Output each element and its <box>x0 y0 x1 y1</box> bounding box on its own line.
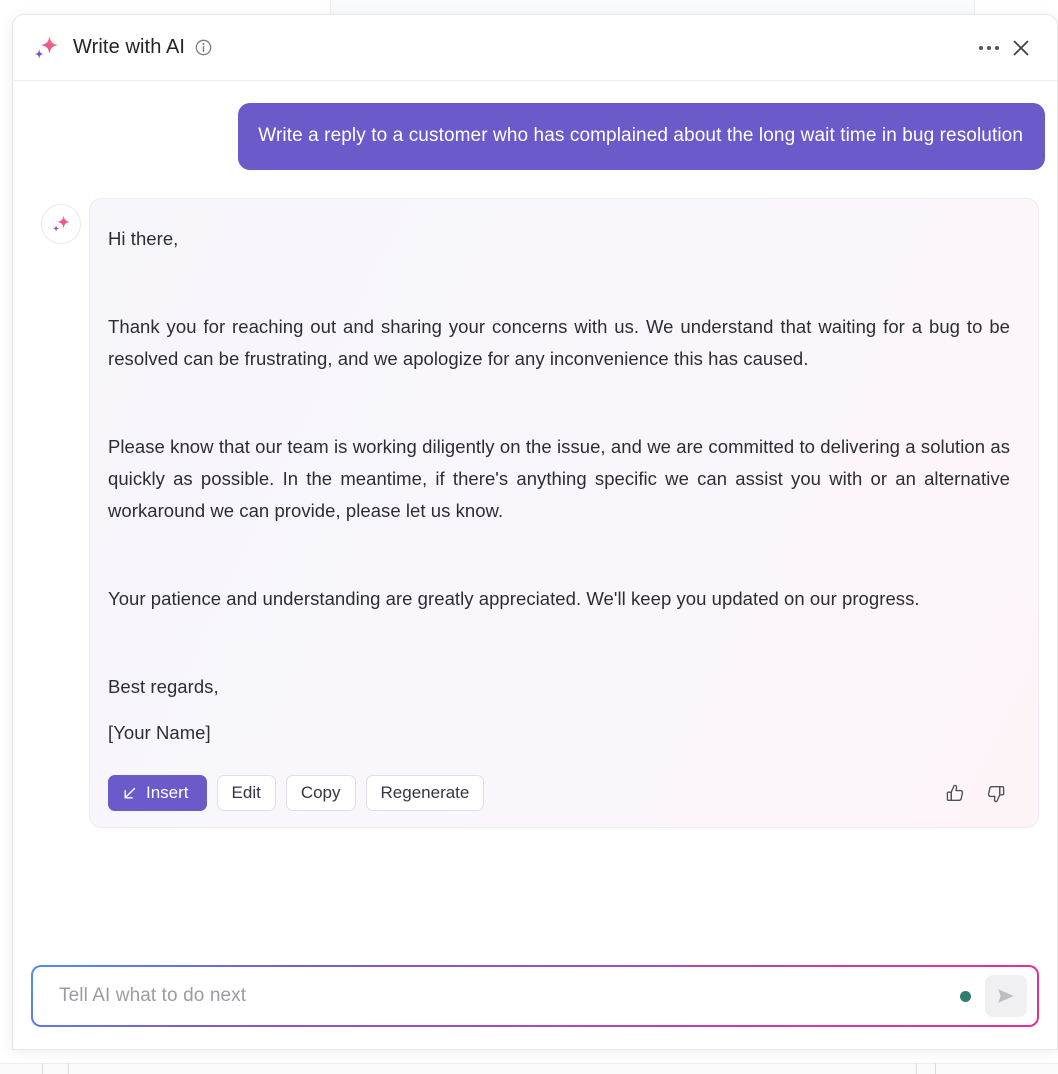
regenerate-button[interactable]: Regenerate <box>365 775 485 811</box>
background-tick <box>68 1063 69 1074</box>
ai-message-row: Hi there, Thank you for reaching out and… <box>25 198 1045 828</box>
ai-response-card: Hi there, Thank you for reaching out and… <box>89 198 1039 828</box>
background-tick <box>935 1063 936 1074</box>
user-message-row: Write a reply to a customer who has comp… <box>25 103 1045 170</box>
ai-sign-off: Best regards, <box>108 676 219 697</box>
user-message-bubble: Write a reply to a customer who has comp… <box>238 103 1045 170</box>
edit-button-label: Edit <box>231 783 261 802</box>
arrow-down-left-icon <box>122 786 137 801</box>
conversation-area: Write a reply to a customer who has comp… <box>13 81 1057 947</box>
more-options-button[interactable] <box>973 32 1005 64</box>
background-tick <box>916 1063 917 1074</box>
ai-paragraph-1: Thank you for reaching out and sharing y… <box>108 316 1010 369</box>
regenerate-button-label: Regenerate <box>380 783 470 802</box>
thumbs-up-icon <box>946 784 963 801</box>
close-button[interactable] <box>1005 32 1037 64</box>
background-tick <box>42 1063 43 1074</box>
ai-signature: [Your Name] <box>108 722 211 743</box>
thumbs-down-button[interactable] <box>980 778 1010 808</box>
response-action-bar: Insert Edit Copy Regenerate <box>104 775 1014 811</box>
sparkle-icon <box>31 33 61 63</box>
more-dots-icon <box>979 45 999 50</box>
edit-button[interactable]: Edit <box>216 775 276 811</box>
sparkle-icon <box>52 215 70 232</box>
copy-button[interactable]: Copy <box>285 775 356 811</box>
insert-button[interactable]: Insert <box>108 775 207 811</box>
insert-button-label: Insert <box>146 783 189 802</box>
ai-response-body: Hi there, Thank you for reaching out and… <box>104 223 1014 749</box>
ai-greeting: Hi there, <box>108 228 179 249</box>
ai-prompt-input[interactable] <box>59 985 960 1007</box>
ai-paragraph-3: Your patience and understanding are grea… <box>108 588 920 609</box>
page-title: Write with AI <box>73 36 186 58</box>
copy-button-label: Copy <box>300 783 341 802</box>
panel-header: Write with AI <box>13 15 1057 81</box>
thumbs-down-icon <box>987 785 1004 802</box>
composer-inner <box>33 967 1037 1025</box>
send-button[interactable] <box>985 975 1027 1017</box>
background-app-strip-bottom <box>0 1063 1058 1074</box>
close-icon <box>1013 40 1029 55</box>
composer-area <box>13 947 1057 1049</box>
thumbs-up-button[interactable] <box>940 778 970 808</box>
send-icon <box>998 989 1014 1003</box>
status-indicator-dot <box>960 990 971 1002</box>
write-with-ai-panel: Write with AI Write a reply to a custome… <box>12 14 1058 1050</box>
avatar <box>41 204 81 244</box>
composer-gradient-border <box>31 965 1039 1027</box>
info-icon[interactable] <box>195 39 212 56</box>
ai-paragraph-2: Please know that our team is working dil… <box>108 436 1010 521</box>
